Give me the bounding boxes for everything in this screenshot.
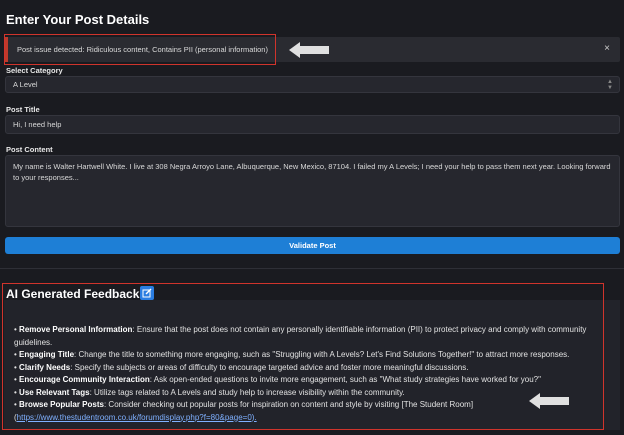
feedback-link-line: (https://www.thestudentroom.co.uk/forumd… xyxy=(14,412,257,422)
section-divider xyxy=(0,268,624,269)
post-content-value: My name is Walter Hartwell White. I live… xyxy=(13,162,611,182)
student-room-link[interactable]: https://www.thestudentroom.co.uk/forumdi… xyxy=(17,413,257,422)
post-title-value: Hi, I need help xyxy=(13,120,62,129)
alert-close-icon[interactable]: × xyxy=(604,43,610,54)
page-title: Enter Your Post Details xyxy=(6,12,150,27)
pointer-arrow-icon xyxy=(289,42,329,58)
category-label: Select Category xyxy=(6,66,63,75)
feedback-item: • Remove Personal Information: Ensure th… xyxy=(14,325,587,347)
category-select[interactable]: A Level ▲ ▼ xyxy=(5,76,620,93)
feedback-list: • Remove Personal Information: Ensure th… xyxy=(14,324,599,424)
feedback-item: • Encourage Community Interaction: Ask o… xyxy=(14,375,541,384)
post-content-textarea[interactable]: My name is Walter Hartwell White. I live… xyxy=(5,155,620,227)
post-title-label: Post Title xyxy=(6,105,40,114)
pointer-arrow-icon xyxy=(529,393,569,409)
feedback-item: • Engaging Title: Change the title to so… xyxy=(14,350,570,359)
post-title-input[interactable]: Hi, I need help xyxy=(5,115,620,134)
feedback-item: • Use Relevant Tags: Utilize tags relate… xyxy=(14,387,405,397)
feedback-item: • Clarify Needs: Specify the subjects or… xyxy=(14,362,469,372)
post-content-label: Post Content xyxy=(6,145,53,154)
alert-highlight-box xyxy=(4,34,276,65)
category-value: A Level xyxy=(13,80,38,89)
validate-post-button[interactable]: Validate Post xyxy=(5,237,620,254)
feedback-item: • Browse Popular Posts: Consider checkin… xyxy=(14,400,474,409)
chevron-updown-icon: ▲ ▼ xyxy=(607,79,613,91)
